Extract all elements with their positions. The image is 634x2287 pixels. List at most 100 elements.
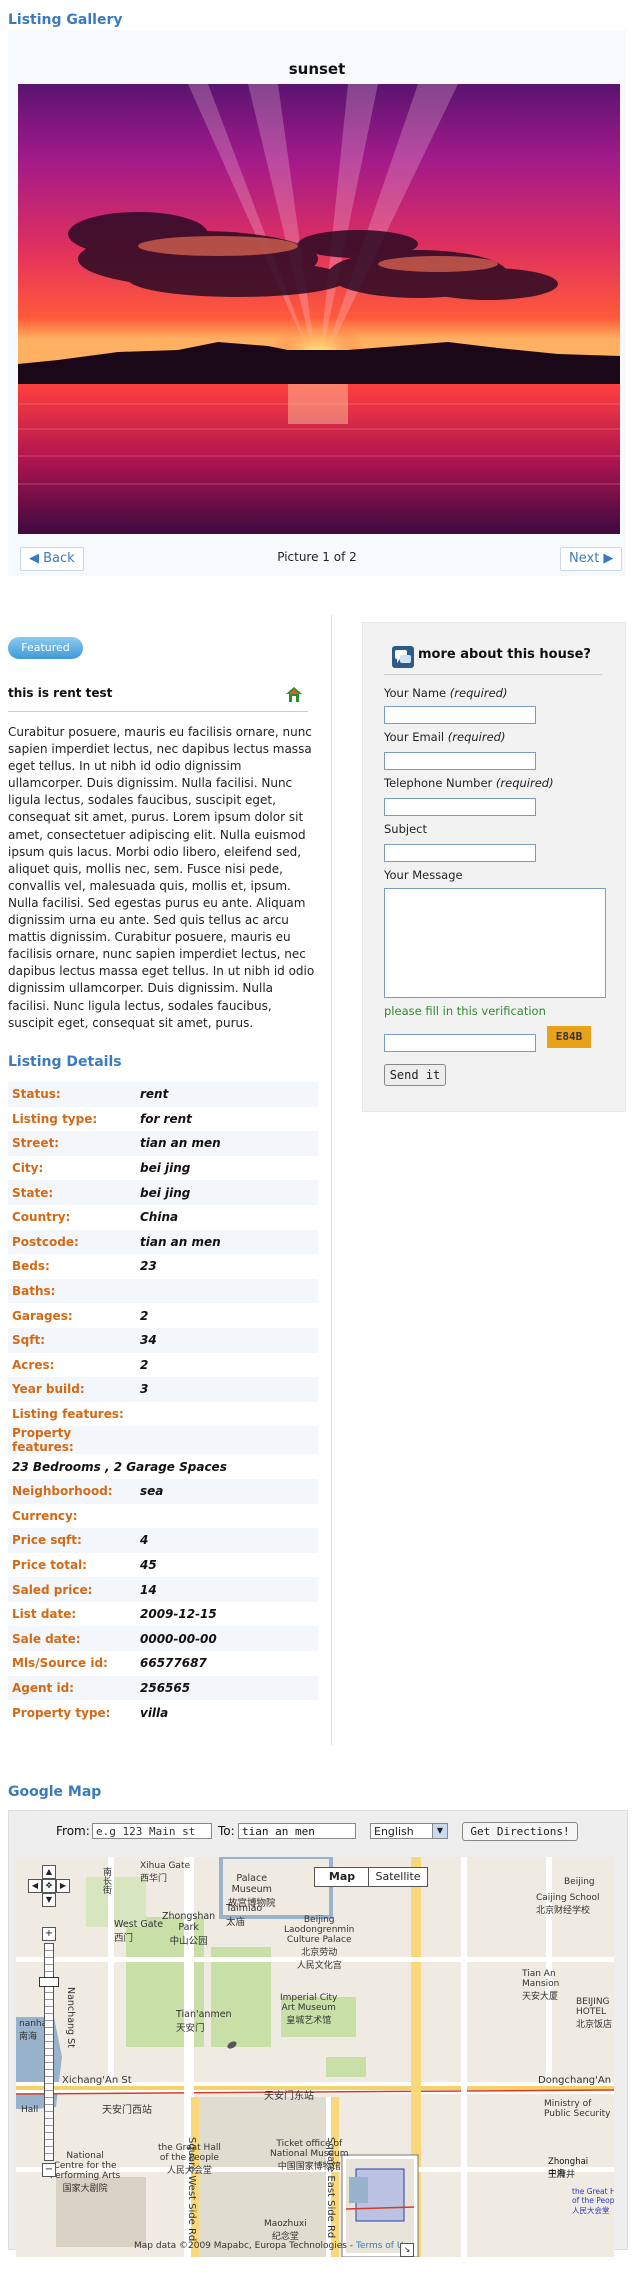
details-label: Mls/Source id: [12, 1656, 108, 1671]
email-input[interactable] [384, 752, 536, 770]
contact-title: more about this house? [418, 647, 591, 662]
pan-up-icon[interactable]: ▲ [42, 1865, 56, 1879]
column-divider [331, 615, 332, 1745]
map-canvas[interactable]: Xihua Gate 西华门 Palace Museum 故宫博物院 Zhong… [16, 1857, 614, 2257]
from-label: From: [56, 1824, 90, 1838]
details-value: China [140, 1210, 179, 1225]
label-caijing-school: Caijing School 北京财经学校 [536, 1893, 600, 1916]
zoom-slider-track[interactable] [44, 1943, 54, 2161]
label-tiananmen: Tian'anmen 天安门 [176, 2009, 232, 2034]
label-mini-great-hall: the Great Hall of the People 人民大会堂 [572, 2187, 614, 2215]
details-label: Beds: [12, 1259, 50, 1274]
label-national-centre-performing-arts: National Centre for the Performing Arts … [50, 2151, 121, 2194]
details-row: Garages: 2 [8, 1303, 318, 1328]
details-value: villa [140, 1705, 169, 1720]
photo-title: sunset [288, 60, 346, 78]
label-xihua-gate: Xihua Gate 西华门 [140, 1861, 191, 1884]
to-input[interactable]: tian an men [238, 1823, 356, 1839]
label-beijing: Beijing [564, 1877, 595, 1887]
zoom-in-icon[interactable]: + [42, 1927, 56, 1941]
label-laodong-culture-palace: Beijing Laodongrenmin Culture Palace 北京劳… [284, 1915, 355, 1971]
next-button[interactable]: Next ▶ [560, 547, 623, 571]
label-taimiao: Taimiao 太庙 [226, 1903, 263, 1928]
details-label: Neighborhood: [8, 1478, 136, 1504]
details-row: Listing type: for rent [8, 1107, 318, 1132]
contact-divider [384, 674, 602, 675]
details-value: 14 [136, 1577, 318, 1602]
name-label: Your Name (required) [384, 686, 507, 700]
details-value: 34 [136, 1327, 318, 1353]
name-required: (required) [449, 686, 508, 700]
name-input[interactable] [384, 706, 536, 724]
get-directions-button[interactable]: Get Directions! [462, 1822, 578, 1841]
details-row: Mls/Source id: 66577687 [8, 1651, 318, 1676]
pan-down-icon[interactable]: ▼ [42, 1893, 56, 1907]
details-value: 2 [140, 1357, 149, 1372]
details-label: Saled price: [8, 1577, 136, 1602]
details-row: Acres: 2 [8, 1353, 318, 1378]
details-row: Price sqft: 4 [8, 1528, 318, 1553]
name-label-text: Your Name [384, 686, 447, 700]
details-value: sea [136, 1478, 318, 1504]
send-button[interactable]: Send it [384, 1064, 446, 1086]
details-row: City: bei jing [8, 1156, 318, 1181]
details-heading: Listing Details [8, 1054, 122, 1070]
pan-right-icon[interactable]: ▶ [56, 1879, 70, 1893]
phone-required: (required) [495, 776, 554, 790]
featured-badge: Featured [8, 637, 83, 659]
details-row: Listing features: [8, 1402, 318, 1427]
label-nanchang-st: Nanchang St [65, 1987, 76, 2048]
details-row: State: bei jing [8, 1180, 318, 1205]
details-value: tian an men [136, 1229, 318, 1255]
map-attribution: Map data ©2009 Mapabc, Europa Technologi… [134, 2241, 414, 2251]
details-row: List date: 2009-12-15 [8, 1602, 318, 1627]
details-label: Postcode: [8, 1229, 136, 1255]
details-row: 23 Bedrooms , 2 Garage Spaces [8, 1454, 318, 1479]
details-label: Garages: [12, 1308, 73, 1323]
details-label: Price sqft: [8, 1528, 136, 1553]
details-label: Listing features: [12, 1407, 124, 1422]
picture-counter: Picture 1 of 2 [277, 550, 357, 564]
verification-input[interactable] [384, 1034, 536, 1052]
details-row: Currency: [8, 1504, 318, 1529]
details-row: Beds: 23 [8, 1254, 318, 1279]
label-national-museum: Ticket office of National Museum 中国国家博物馆 [270, 2139, 349, 2172]
zoom-out-icon[interactable]: − [42, 2163, 56, 2177]
details-label: Acres: [12, 1357, 55, 1372]
map-type-button[interactable]: Map [314, 1867, 370, 1887]
zoom-slider-handle[interactable] [39, 1977, 59, 1987]
to-label: To: [218, 1824, 235, 1838]
details-label: Price total: [12, 1557, 87, 1572]
details-value: 256565 [136, 1675, 318, 1701]
label-zhongshan-park: Zhongshan Park 中山公园 [162, 1911, 216, 1947]
label-zhonghai: Zhonghai 中海 [548, 2157, 589, 2179]
label-maozhuxi: Maozhuxi 纪念堂 [264, 2219, 307, 2242]
language-select[interactable]: English ▼ [370, 1823, 448, 1839]
label-nanchang-cn: 南长街 [101, 1867, 111, 1894]
details-value [136, 1278, 318, 1304]
overview-toggle-icon[interactable]: ↘ [400, 2243, 414, 2257]
message-textarea[interactable] [384, 888, 606, 998]
details-value: for rent [140, 1111, 192, 1126]
phone-label-text: Telephone Number [384, 776, 493, 790]
details-row: Sqft: 34 [8, 1327, 318, 1353]
details-row: Agent id: 256565 [8, 1675, 318, 1701]
details-value [136, 1402, 318, 1427]
home-icon[interactable] [285, 686, 303, 704]
details-value [136, 1504, 318, 1529]
from-input[interactable]: e.g 123 Main st [92, 1823, 212, 1839]
phone-input[interactable] [384, 798, 536, 816]
satellite-type-button[interactable]: Satellite [368, 1867, 428, 1887]
pan-left-icon[interactable]: ◀ [28, 1879, 42, 1893]
pan-center-icon[interactable]: ✥ [42, 1879, 56, 1893]
subject-input[interactable] [384, 844, 536, 862]
details-row: Saled price: 14 [8, 1577, 318, 1602]
details-row: Country: China [8, 1205, 318, 1230]
details-label: Baths: [8, 1278, 136, 1304]
captcha-image: E84B [547, 1026, 591, 1048]
gallery-photo[interactable] [18, 84, 620, 534]
details-value: 2009-12-15 [140, 1607, 217, 1622]
contact-icon [392, 646, 414, 668]
label-ministry-public-security: Ministry of Public Security [544, 2099, 611, 2119]
details-value: bei jing [140, 1161, 191, 1176]
